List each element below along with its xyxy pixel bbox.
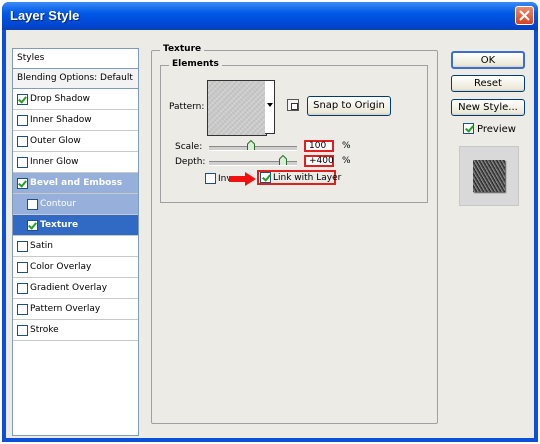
styles-header[interactable]: Styles <box>13 49 138 69</box>
ok-button[interactable]: OK <box>451 51 525 69</box>
style-item-label: Outer Glow <box>30 136 81 146</box>
new-preset-icon[interactable] <box>287 99 299 111</box>
depth-slider-thumb[interactable] <box>278 155 287 165</box>
preview-label: Preview <box>477 124 516 135</box>
depth-label: Depth: <box>175 157 206 167</box>
reset-button[interactable]: Reset <box>451 75 525 92</box>
style-item-inner-shadow[interactable]: Inner Shadow <box>13 110 138 131</box>
new-style-label: New Style... <box>458 102 518 113</box>
depth-input[interactable]: +400 <box>304 155 334 167</box>
style-item-label: Satin <box>30 241 53 251</box>
title-bar[interactable]: Layer Style <box>2 2 538 30</box>
ok-label: OK <box>480 55 496 66</box>
new-style-button[interactable]: New Style... <box>451 99 525 116</box>
pattern-label: Pattern: <box>169 102 205 112</box>
style-item-color-overlay[interactable]: Color Overlay <box>13 257 138 278</box>
style-item-pattern-overlay[interactable]: Pattern Overlay <box>13 299 138 320</box>
style-item-stroke[interactable]: Stroke <box>13 320 138 341</box>
snap-to-origin-button[interactable]: Snap to Origin <box>307 96 391 116</box>
style-checkbox-color-overlay[interactable] <box>17 262 28 273</box>
depth-unit: % <box>342 156 351 166</box>
scale-slider-thumb[interactable] <box>247 140 256 150</box>
elements-group-title: Elements <box>169 59 222 69</box>
scale-input[interactable]: 100 <box>304 140 334 152</box>
reset-label: Reset <box>474 78 502 89</box>
style-item-label: Inner Shadow <box>30 115 92 125</box>
link-with-layer-label: Link with Layer <box>273 173 342 183</box>
styles-list: Styles Blending Options: Default Drop Sh… <box>12 48 139 436</box>
style-item-gradient-overlay[interactable]: Gradient Overlay <box>13 278 138 299</box>
style-item-label: Drop Shadow <box>30 94 91 104</box>
pattern-dropdown-arrow[interactable] <box>265 80 275 134</box>
style-item-label: Bevel and Emboss <box>30 178 123 188</box>
style-checkbox-outer-glow[interactable] <box>17 136 28 147</box>
style-item-texture[interactable]: Texture <box>13 215 138 236</box>
snap-to-origin-label: Snap to Origin <box>313 100 385 111</box>
style-item-contour[interactable]: Contour <box>13 194 138 215</box>
style-item-label: Stroke <box>30 325 59 335</box>
close-button[interactable] <box>515 6 534 25</box>
style-checkbox-gradient-overlay[interactable] <box>17 283 28 294</box>
layer-style-dialog: Layer Style Styles Blending Options: Def… <box>2 2 538 442</box>
style-checkbox-contour[interactable] <box>27 199 38 210</box>
style-checkbox-drop-shadow[interactable] <box>17 94 28 105</box>
preview-checkbox[interactable] <box>463 123 474 134</box>
style-checkbox-bevel-and-emboss[interactable] <box>17 178 28 189</box>
style-checkbox-inner-glow[interactable] <box>17 157 28 168</box>
style-item-satin[interactable]: Satin <box>13 236 138 257</box>
style-item-outer-glow[interactable]: Outer Glow <box>13 131 138 152</box>
dialog-body: Styles Blending Options: Default Drop Sh… <box>6 30 534 438</box>
style-item-label: Pattern Overlay <box>30 304 101 314</box>
style-checkbox-pattern-overlay[interactable] <box>17 304 28 315</box>
scale-unit: % <box>342 141 351 151</box>
blending-options-item[interactable]: Blending Options: Default <box>13 69 138 89</box>
style-item-label: Color Overlay <box>30 262 92 272</box>
style-item-bevel-and-emboss[interactable]: Bevel and Emboss <box>13 173 138 194</box>
scale-label: Scale: <box>175 142 203 152</box>
style-checkbox-inner-shadow[interactable] <box>17 115 28 126</box>
style-item-drop-shadow[interactable]: Drop Shadow <box>13 89 138 110</box>
link-with-layer-checkbox[interactable] <box>260 172 271 183</box>
pattern-swatch[interactable] <box>207 80 267 136</box>
style-preview-thumbnail <box>459 146 519 206</box>
preview-swatch <box>473 160 505 192</box>
style-item-label: Contour <box>40 199 76 209</box>
style-item-label: Texture <box>40 220 79 230</box>
elements-group: Elements Pattern: Snap to Origin Scale: … <box>160 59 428 203</box>
style-checkbox-satin[interactable] <box>17 241 28 252</box>
texture-group: Texture Elements Pattern: Snap to Origin… <box>151 44 438 424</box>
window-title: Layer Style <box>10 8 80 23</box>
style-checkbox-texture[interactable] <box>27 220 38 231</box>
style-item-label: Inner Glow <box>30 157 79 167</box>
close-icon <box>519 10 530 21</box>
invert-checkbox[interactable] <box>205 173 216 184</box>
style-item-label: Gradient Overlay <box>30 283 108 293</box>
texture-group-title: Texture <box>160 44 205 54</box>
style-checkbox-stroke[interactable] <box>17 325 28 336</box>
style-item-inner-glow[interactable]: Inner Glow <box>13 152 138 173</box>
red-arrow-icon <box>229 172 256 186</box>
